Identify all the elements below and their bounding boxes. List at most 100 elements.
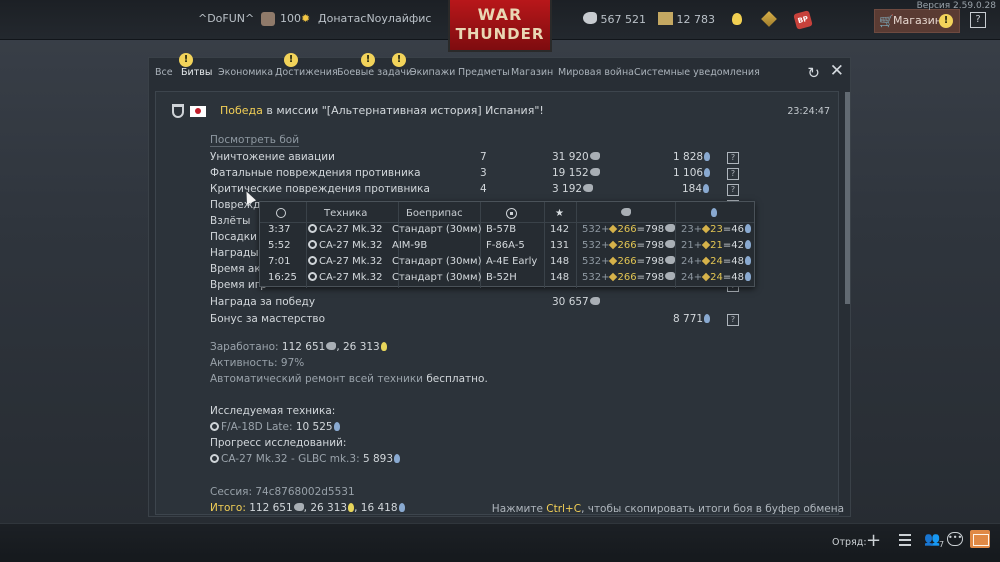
- mail-icon[interactable]: [970, 530, 990, 548]
- total-line: Итого: 112 651, 26 313, 16 418: [210, 502, 405, 514]
- chat-icon[interactable]: •••: [947, 532, 963, 546]
- stat-silver: 31 920: [552, 151, 642, 163]
- scrollbar[interactable]: [845, 92, 850, 304]
- activity-line: Активность: 97%: [210, 357, 305, 369]
- kill-vehicle: CA-27 Mk.32: [308, 256, 382, 267]
- friends-icon[interactable]: 👥: [924, 532, 940, 547]
- close-icon[interactable]: ✕: [830, 61, 844, 81]
- tab-store[interactable]: Магазин: [511, 67, 553, 78]
- warning-icon: !: [284, 53, 298, 67]
- aircraft-icon: [308, 240, 317, 249]
- kill-silver: 532+ 266=798: [582, 256, 676, 267]
- kill-ammo: Стандарт (30мм): [392, 224, 482, 235]
- aircraft-icon: [210, 422, 219, 431]
- add-squad-icon[interactable]: +: [866, 530, 881, 551]
- info-button[interactable]: ?: [727, 168, 739, 180]
- info-button[interactable]: ?: [727, 184, 739, 196]
- shop-button[interactable]: 🛒 Магазин !: [874, 9, 960, 33]
- star-icon: ✹: [301, 12, 311, 25]
- kill-rp: 24+ 24=48: [681, 256, 751, 267]
- kill-target: B-52H: [486, 272, 517, 283]
- warning-icon: !: [361, 53, 375, 67]
- aircraft-icon: [308, 256, 317, 265]
- stat-silver: 30 657: [552, 296, 642, 308]
- stat-count: 3: [480, 167, 487, 179]
- squad-label: Отряд:: [832, 537, 867, 548]
- kill-silver: 532+ 266=798: [582, 240, 676, 251]
- kill-silver: 532+ 266=798: [582, 224, 676, 235]
- bulb-icon: [710, 208, 717, 219]
- stat-rp: 8 771: [673, 313, 753, 325]
- stat-count: 4: [480, 183, 487, 195]
- stat-label: Бонус за мастерство: [210, 313, 326, 325]
- kill-vehicle: CA-27 Mk.32: [308, 240, 382, 251]
- warning-icon: !: [392, 53, 406, 67]
- help-button[interactable]: ?: [970, 12, 986, 28]
- stat-label: Взлёты: [210, 215, 251, 227]
- tab-system-notifications[interactable]: Системные уведомления: [634, 67, 760, 78]
- progress-line: CA-27 Mk.32 - GLBC mk.3: 5 893: [210, 453, 401, 465]
- view-battle-link[interactable]: Посмотреть бой: [210, 134, 300, 147]
- refresh-icon[interactable]: ↻: [807, 64, 820, 82]
- player-rank: 100✹: [280, 12, 311, 25]
- tab-battles[interactable]: Битвы!: [179, 53, 212, 78]
- info-button[interactable]: ?: [727, 314, 739, 326]
- logo-line-1: WAR: [477, 5, 523, 24]
- golden-eagle-icon: [658, 12, 673, 25]
- stat-row: Бонус за мастерство 8 771 ?: [210, 313, 750, 329]
- battle-pass-icon[interactable]: BP: [793, 10, 813, 30]
- research-icon: [394, 454, 401, 463]
- player-nickname[interactable]: ^DoFUN^: [198, 12, 254, 25]
- tab-items[interactable]: Предметы: [458, 67, 510, 78]
- tab-all[interactable]: Все: [155, 67, 173, 78]
- kill-score: 142: [550, 224, 570, 235]
- tab-achievements[interactable]: Достижения!: [275, 53, 338, 78]
- trophy-icon: [172, 104, 184, 118]
- kill-target: A-4E Early: [486, 256, 538, 267]
- silver-icon: [589, 152, 600, 160]
- friends-count: 7: [939, 540, 945, 549]
- kill-target: B-57B: [486, 224, 517, 235]
- player-name[interactable]: ДонатасNoулайфис: [318, 12, 431, 25]
- kill-target: F-86A-5: [486, 240, 525, 251]
- logo-line-2: THUNDER: [455, 25, 545, 43]
- aircraft-icon: [308, 224, 317, 233]
- kill-vehicle: CA-27 Mk.32: [308, 272, 382, 283]
- stat-label: Награда за победу: [210, 296, 316, 308]
- stat-silver: 19 152: [552, 167, 642, 179]
- silver-icon: [583, 184, 594, 192]
- bulb-icon: [380, 342, 387, 351]
- silver-balance[interactable]: 567 521: [583, 12, 646, 26]
- tab-crews[interactable]: Экипажи!: [392, 53, 455, 78]
- research-icon: [704, 152, 711, 161]
- version-label: Версия 2.59.0.28: [916, 1, 996, 11]
- kill-rp: 24+ 24=48: [681, 272, 751, 283]
- game-logo[interactable]: WAR THUNDER: [448, 0, 552, 52]
- kill-silver: 532+ 266=798: [582, 272, 676, 283]
- premium-icon[interactable]: [761, 11, 777, 27]
- shop-label: Магазин: [893, 14, 942, 27]
- warning-icon: !: [939, 14, 953, 28]
- copy-hint: Нажмите Ctrl+C, чтобы скопировать итоги …: [491, 503, 844, 515]
- stat-label: Уничтожение авиации: [210, 151, 335, 163]
- golden-eagles-balance[interactable]: 12 783: [658, 12, 715, 26]
- bulb-icon[interactable]: [732, 13, 742, 25]
- research-icon: [703, 184, 710, 193]
- battle-time: 23:24:47: [787, 106, 830, 117]
- kill-score: 148: [550, 272, 570, 283]
- kill-time: 16:25: [268, 272, 297, 283]
- kill-time: 7:01: [268, 256, 291, 267]
- kill-vehicle: CA-27 Mk.32: [308, 224, 382, 235]
- tabs-bar: Все Битвы! Экономика Достижения! Боевые …: [149, 53, 850, 86]
- top-bar: ^DoFUN^ 100✹ ДонатасNoулайфис WAR THUNDE…: [0, 0, 1000, 52]
- tab-world-war[interactable]: Мировая война: [558, 67, 634, 78]
- info-button[interactable]: ?: [727, 152, 739, 164]
- crosshair-icon: [506, 208, 517, 222]
- kill-score: 148: [550, 256, 570, 267]
- stat-rp: 1 828: [673, 151, 753, 163]
- tab-economy[interactable]: Экономика: [218, 67, 273, 78]
- bottom-bar: Отряд: + 👥 7 •••: [0, 523, 1000, 562]
- stat-silver: 3 192: [552, 183, 642, 195]
- tab-battle-tasks[interactable]: Боевые задачи!: [337, 53, 412, 78]
- list-icon[interactable]: [899, 534, 911, 546]
